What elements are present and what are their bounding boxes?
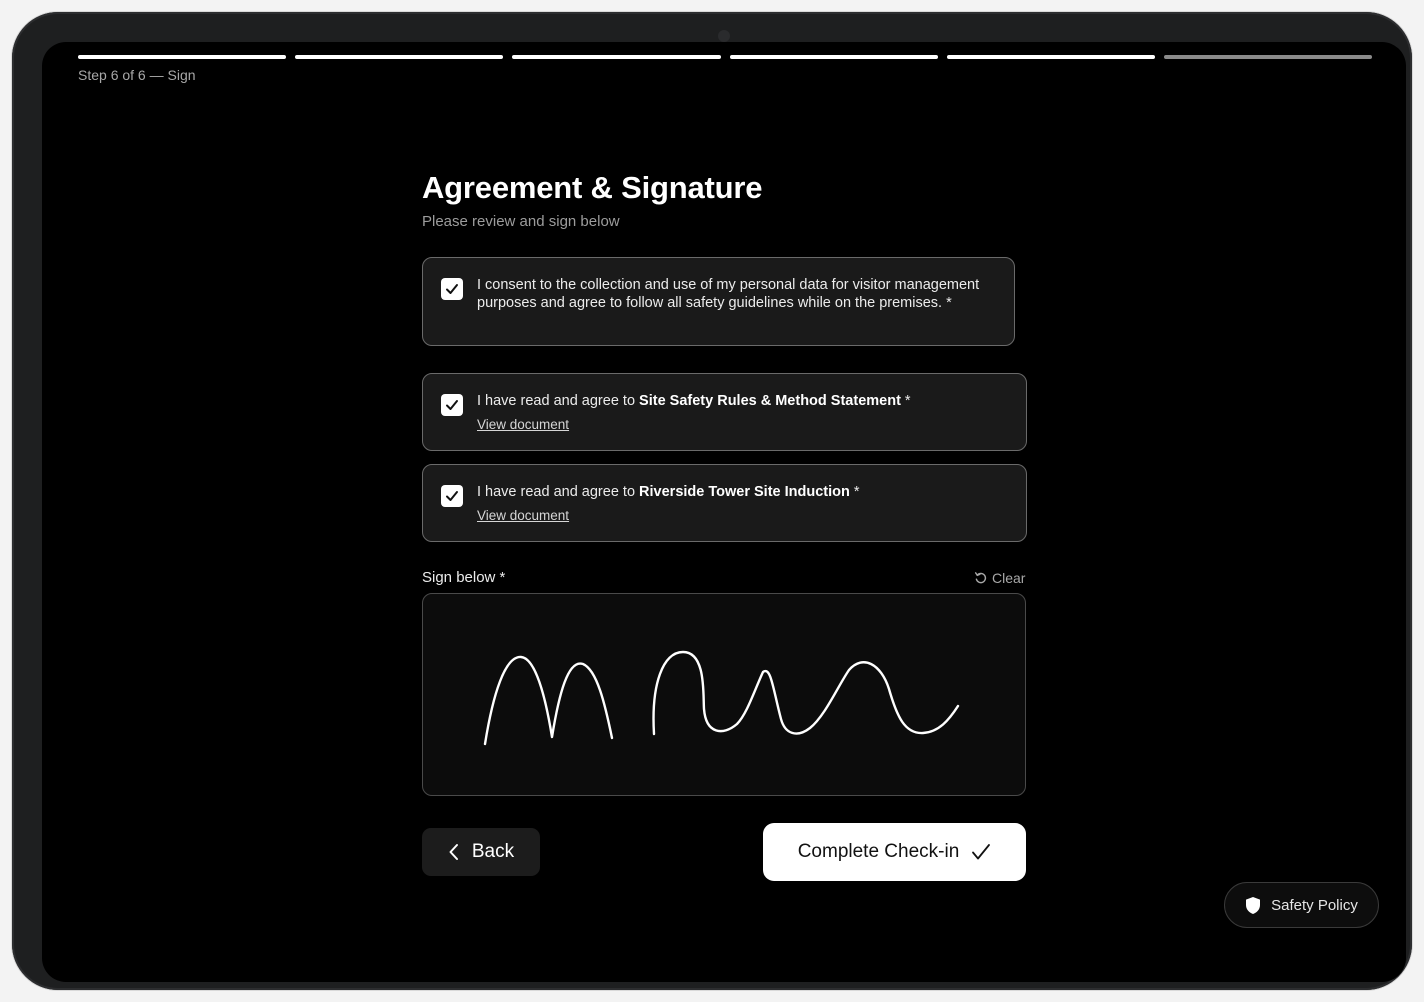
page-subtitle: Please review and sign below <box>422 213 620 230</box>
document-checkbox[interactable] <box>441 394 463 416</box>
document-checkbox[interactable] <box>441 485 463 507</box>
progress-segment <box>946 55 1155 59</box>
progress-segment <box>78 55 287 59</box>
complete-label: Complete Check-in <box>797 841 960 862</box>
required-marker: * <box>900 393 911 409</box>
required-marker: * <box>849 484 860 500</box>
progress-bar <box>78 55 1373 59</box>
undo-icon <box>974 572 987 584</box>
shield-icon <box>1246 896 1261 914</box>
signature-pad[interactable] <box>422 593 1026 796</box>
progress-segment <box>512 55 721 59</box>
progress-segment-current <box>1163 55 1373 59</box>
consent-card[interactable]: I consent to the collection and use of m… <box>422 257 1015 346</box>
safety-policy-button[interactable]: Safety Policy <box>1224 882 1379 928</box>
safety-policy-label: Safety Policy <box>1271 896 1358 914</box>
document-name: Site Safety Rules & Method Statement <box>639 393 901 409</box>
check-icon <box>446 400 458 410</box>
signature-label: Sign below * <box>422 569 506 586</box>
document-card-site-induction[interactable]: I have read and agree to Riverside Tower… <box>422 464 1027 542</box>
camera <box>718 30 730 42</box>
screen: Step 6 of 6 — Sign Agreement & Signature… <box>42 42 1406 982</box>
clear-label: Clear <box>992 570 1026 586</box>
consent-checkbox[interactable] <box>441 278 463 300</box>
document-agree-text: I have read and agree to Riverside Tower… <box>477 483 860 501</box>
checkmark-icon <box>972 844 991 860</box>
consent-text: I consent to the collection and use of m… <box>477 277 980 311</box>
agree-prefix: I have read and agree to <box>477 484 640 500</box>
view-document-link[interactable]: View document <box>477 508 569 523</box>
tablet-frame: Step 6 of 6 — Sign Agreement & Signature… <box>12 12 1412 990</box>
page-title: Agreement & Signature <box>422 170 763 205</box>
check-icon <box>446 284 458 294</box>
progress-segment <box>295 55 504 59</box>
document-name: Riverside Tower Site Induction <box>639 484 850 500</box>
step-label: Step 6 of 6 — Sign <box>78 67 196 83</box>
progress-segment <box>729 55 938 59</box>
chevron-left-icon <box>449 844 458 860</box>
back-label: Back <box>471 841 515 862</box>
check-icon <box>446 491 458 501</box>
view-document-link[interactable]: View document <box>477 417 569 432</box>
clear-signature-button[interactable]: Clear <box>974 570 1025 586</box>
document-card-safety-rules[interactable]: I have read and agree to Site Safety Rul… <box>422 373 1027 451</box>
back-button[interactable]: Back <box>422 828 540 876</box>
signature-stroke <box>483 650 960 746</box>
agree-prefix: I have read and agree to <box>477 393 640 409</box>
complete-check-in-button[interactable]: Complete Check-in <box>763 823 1026 881</box>
document-agree-text: I have read and agree to Site Safety Rul… <box>477 392 911 410</box>
